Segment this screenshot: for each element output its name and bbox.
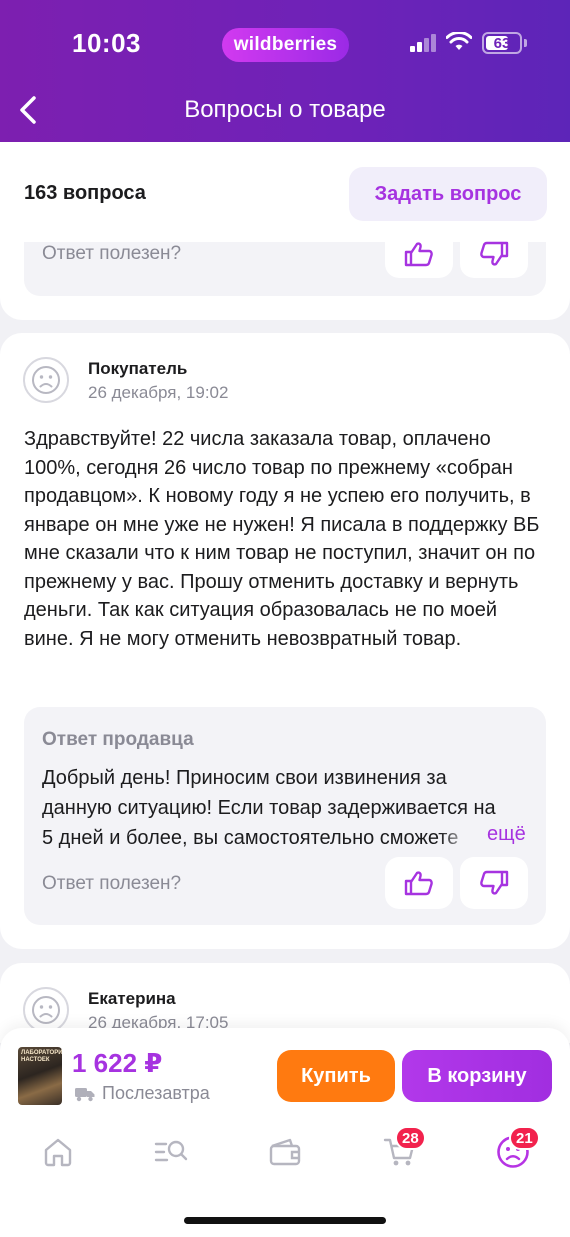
- home-icon: [44, 1138, 72, 1167]
- battery-icon: 63: [482, 32, 522, 54]
- tab-wallet[interactable]: [265, 1132, 305, 1172]
- tab-catalog[interactable]: [151, 1132, 191, 1172]
- question-author: Покупатель: [88, 359, 188, 378]
- app-header: 10:03 wildberries 63 Вопросы о товаре: [0, 0, 570, 142]
- product-price: 1 622 ₽: [72, 1048, 163, 1078]
- sad-face-icon: [32, 996, 60, 1024]
- add-to-cart-button[interactable]: В корзину: [402, 1050, 552, 1102]
- helpful-label: Ответ полезен?: [42, 243, 182, 264]
- helpful-label: Ответ полезен?: [42, 873, 182, 894]
- show-more-link[interactable]: ещё: [487, 823, 526, 846]
- wifi-icon: [446, 32, 472, 50]
- truck-icon: [75, 1087, 95, 1101]
- question-text: Здравствуйте! 22 числа заказала товар, о…: [24, 428, 540, 650]
- avatar: [23, 987, 69, 1033]
- sad-face-icon: [32, 366, 60, 394]
- thumbs-down-icon: [480, 870, 509, 895]
- wildberries-logo: wildberries: [222, 28, 349, 62]
- home-indicator: [184, 1217, 386, 1224]
- thumbs-up-icon: [404, 871, 433, 896]
- text-fade: [440, 821, 490, 853]
- questions-count: 163 вопроса: [24, 182, 146, 204]
- thumbs-down-icon: [480, 241, 509, 266]
- profile-badge: 21: [509, 1126, 540, 1150]
- page-title: Вопросы о товаре: [184, 96, 386, 123]
- thumbs-up-icon: [404, 242, 433, 267]
- product-thumbnail-text: ЛАБОРАТОРИЯ НАСТОЕК: [21, 1050, 62, 1063]
- question-author: Екатерина: [88, 989, 176, 1008]
- thumbs-up-button[interactable]: [385, 230, 453, 278]
- delivery-info: Послезавтра: [74, 1083, 210, 1104]
- wallet-icon: [269, 1138, 301, 1166]
- tab-home[interactable]: [38, 1132, 78, 1172]
- delivery-text: Послезавтра: [102, 1083, 210, 1103]
- avatar: [23, 357, 69, 403]
- ask-question-button[interactable]: Задать вопрос: [349, 167, 547, 221]
- cart-badge: 28: [395, 1126, 426, 1150]
- thumbs-up-button[interactable]: [385, 857, 453, 909]
- battery-level: 63: [493, 34, 511, 52]
- seller-answer-label: Ответ продавца: [42, 729, 194, 750]
- battery-tip: [524, 39, 527, 47]
- status-time: 10:03: [72, 28, 141, 58]
- cellular-signal-icon: [410, 34, 438, 52]
- question-date: 26 декабря, 19:02: [88, 383, 229, 402]
- product-thumbnail[interactable]: ЛАБОРАТОРИЯ НАСТОЕК: [18, 1047, 62, 1105]
- buy-now-button[interactable]: Купить: [277, 1050, 395, 1102]
- catalog-search-icon: [154, 1140, 188, 1162]
- thumbs-down-button[interactable]: [460, 230, 528, 278]
- thumbs-down-button[interactable]: [460, 857, 528, 909]
